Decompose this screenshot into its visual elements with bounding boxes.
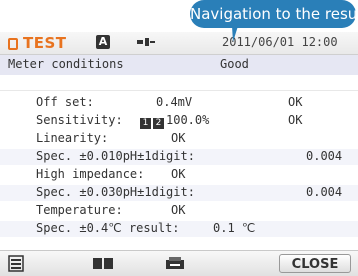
row-label: Temperature: xyxy=(36,203,123,217)
row-label: Spec. ±0.4℃ result: xyxy=(36,221,180,235)
test-label: TEST xyxy=(23,34,67,52)
row-label: Off set: xyxy=(36,95,94,109)
row-sensitivity: Sensitivity: 1 2 100.0% OK xyxy=(0,113,358,129)
indicator-1-icon: 1 xyxy=(140,118,151,129)
list-icon[interactable] xyxy=(8,255,24,272)
row-offset: Off set: 0.4mV OK xyxy=(0,95,358,111)
row-temperature: Temperature: OK xyxy=(0,203,358,219)
network-icon xyxy=(137,38,155,46)
row-temperature-spec: Spec. ±0.4℃ result: 0.1 ℃ xyxy=(0,221,358,237)
row-linearity: Linearity: OK xyxy=(0,131,358,147)
row-result: 0.004 xyxy=(306,149,343,163)
row-result: 0.004 xyxy=(306,185,343,199)
row-linearity-spec: Spec. ±0.010pH±1digit: 0.004 xyxy=(0,149,358,165)
test-tag: TEST xyxy=(8,34,67,52)
row-value: OK xyxy=(171,167,186,181)
row-label: High impedance: xyxy=(36,167,145,181)
row-label: Sensitivity: xyxy=(36,113,123,127)
row-value: 0.4mV xyxy=(156,95,193,109)
row-status: OK xyxy=(288,95,303,109)
meter-conditions-value: Good xyxy=(220,57,249,71)
row-label: Linearity: xyxy=(36,131,109,145)
row-impedance-spec: Spec. ±0.030pH±1digit: 0.004 xyxy=(0,185,358,201)
row-label: Spec. ±0.030pH±1digit: xyxy=(36,185,195,199)
row-label: Spec. ±0.010pH±1digit: xyxy=(36,149,195,163)
meter-report-screen: TEST A 2011/06/01 12:00 Navigation to th… xyxy=(0,0,358,276)
row-status: OK xyxy=(288,113,303,127)
row-result: 0.1 ℃ xyxy=(213,221,256,235)
status-bar: TEST A 2011/06/01 12:00 xyxy=(0,32,358,55)
row-high-impedance: High impedance: OK xyxy=(0,167,358,183)
row-value: OK xyxy=(171,203,186,217)
tooltip-pointer-icon xyxy=(232,26,238,42)
row-value: 100.0% xyxy=(166,113,210,127)
test-icon xyxy=(8,38,18,50)
sensitivity-value-group: 1 2 100.0% xyxy=(140,113,209,129)
bottom-toolbar: CLOSE xyxy=(0,250,358,276)
navigation-tooltip: Navigation to the result xyxy=(190,0,358,28)
close-button[interactable]: CLOSE xyxy=(279,254,351,273)
meter-conditions-label: Meter conditions xyxy=(8,57,124,71)
meter-conditions-row[interactable]: Meter conditions Good xyxy=(0,55,358,75)
divider xyxy=(0,90,358,91)
mode-a-icon: A xyxy=(96,35,110,49)
indicator-2-icon: 2 xyxy=(153,118,164,129)
printer-icon[interactable] xyxy=(165,255,185,272)
row-value: OK xyxy=(171,131,186,145)
book-icon[interactable] xyxy=(92,255,114,272)
